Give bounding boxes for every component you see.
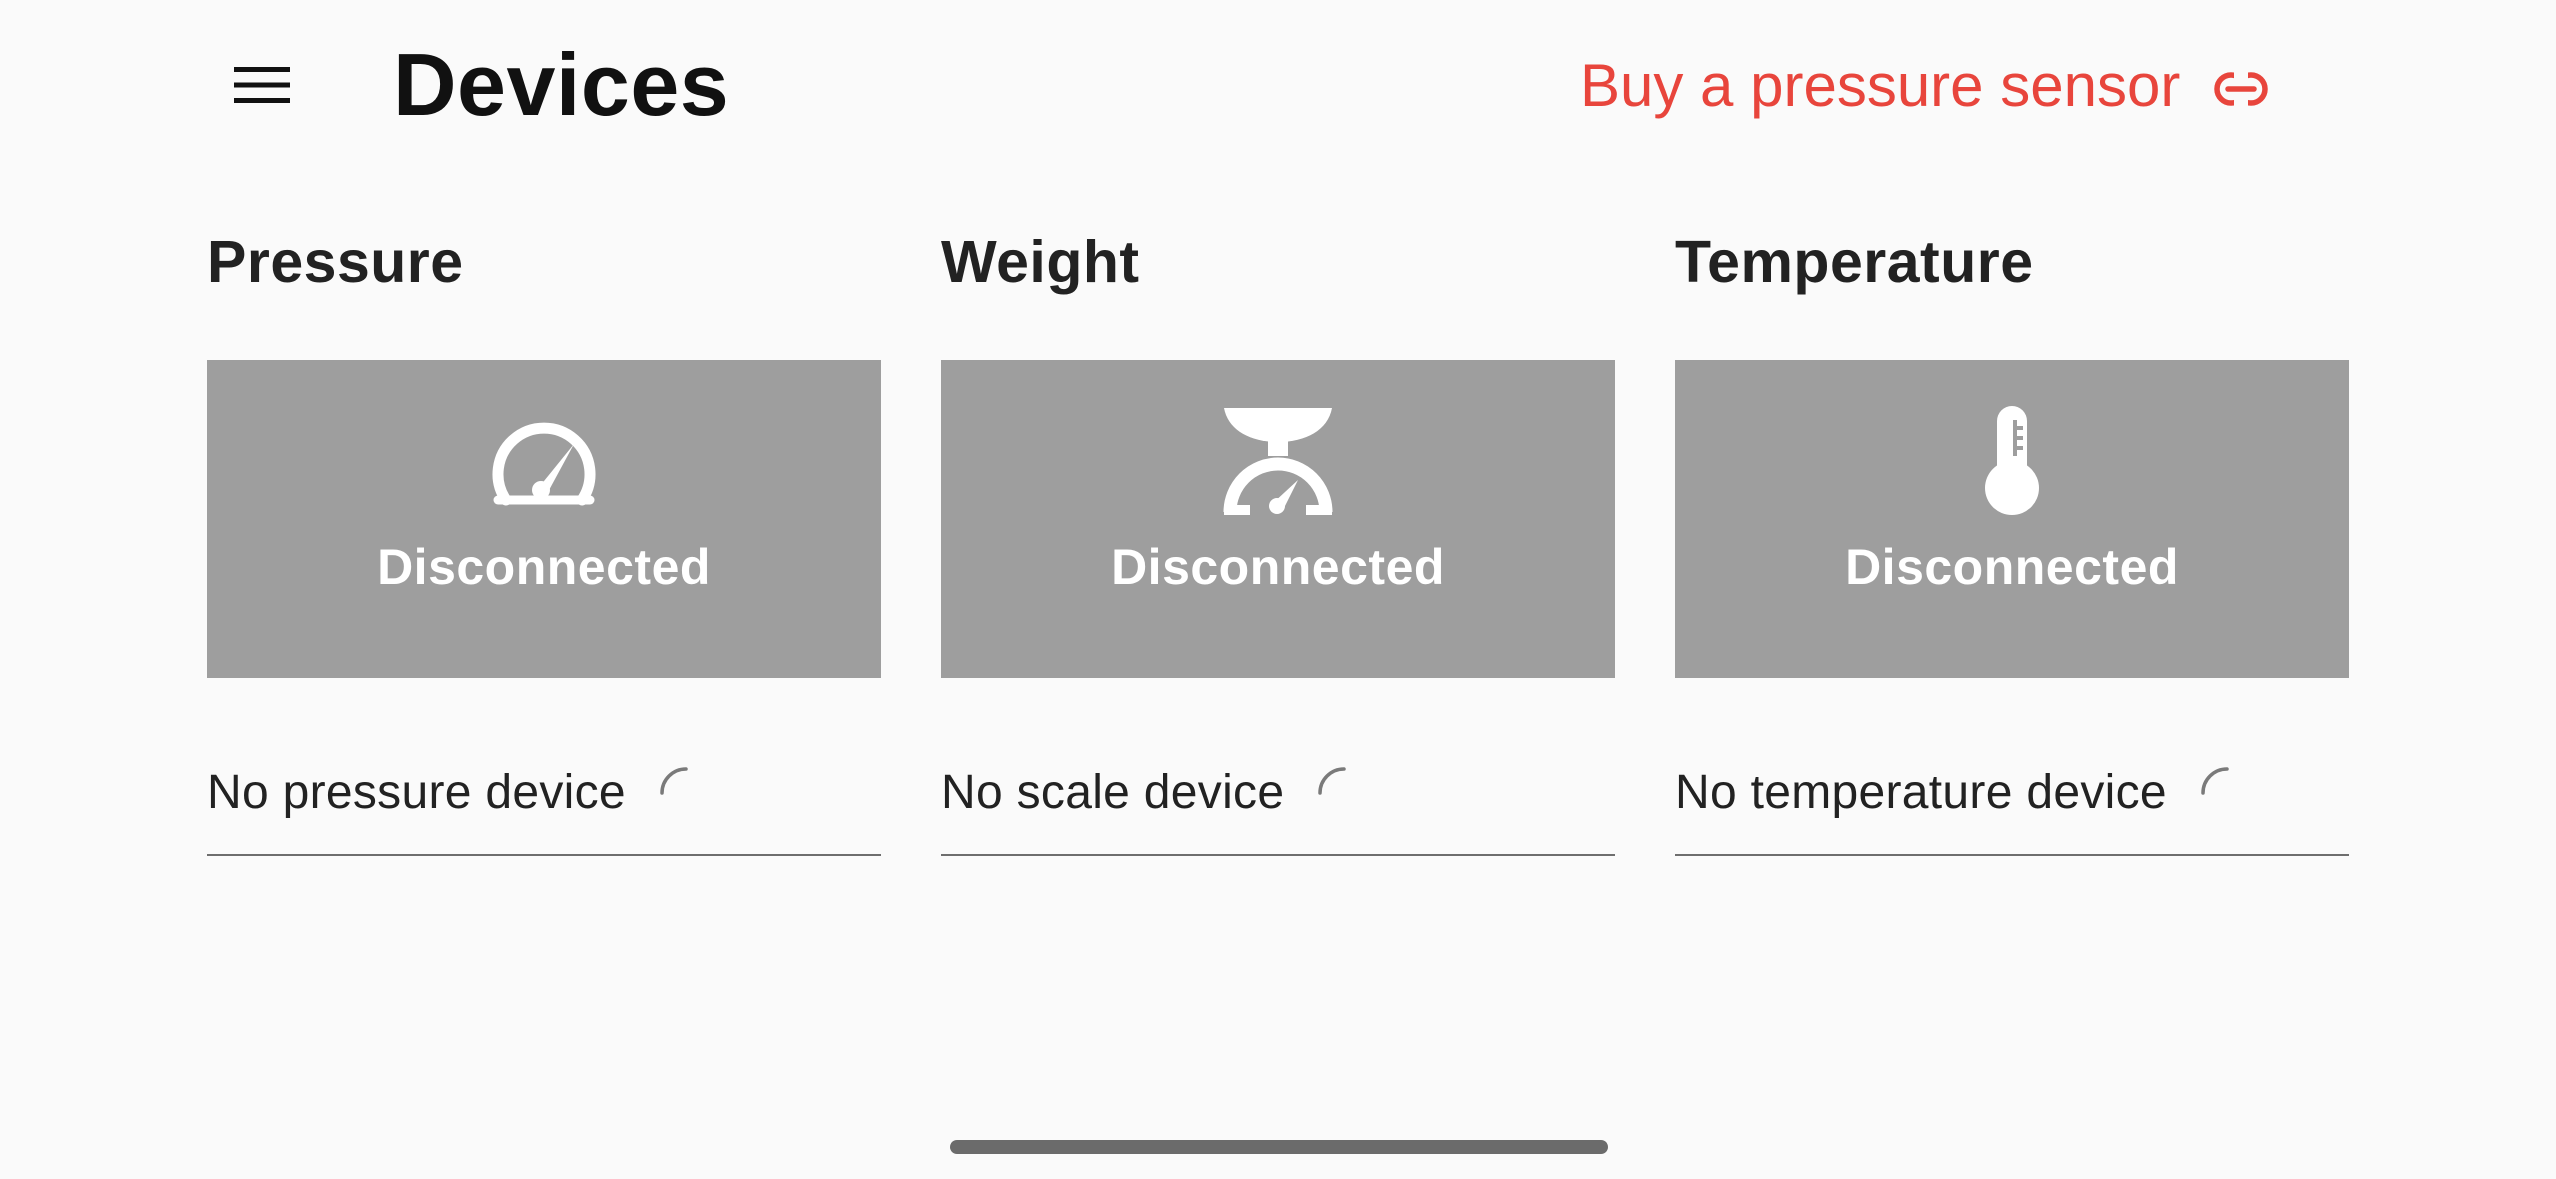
page-title: Devices xyxy=(393,35,730,134)
spinner-icon xyxy=(2197,763,2233,799)
weight-status: Disconnected xyxy=(1111,539,1445,595)
temperature-section: Temperature Disconnected No temperature … xyxy=(1675,222,2349,856)
gauge-icon xyxy=(488,404,600,516)
weight-device-label: No scale device xyxy=(941,766,1285,819)
spinner-icon xyxy=(1314,763,1350,799)
menu-button[interactable] xyxy=(222,50,302,120)
pressure-section-title: Pressure xyxy=(207,229,464,295)
hamburger-menu-icon xyxy=(234,67,290,103)
thermometer-icon xyxy=(1956,404,2068,516)
temperature-device-label: No temperature device xyxy=(1675,766,2167,819)
weight-device-card[interactable]: Disconnected xyxy=(941,360,1615,678)
pressure-device-card[interactable]: Disconnected xyxy=(207,360,881,678)
link-icon xyxy=(2214,72,2269,106)
devices-page: Devices Buy a pressure sensor Pressure D… xyxy=(0,0,2556,1179)
temperature-section-title: Temperature xyxy=(1675,229,2034,295)
weight-section-title: Weight xyxy=(941,229,1140,295)
temperature-device-card[interactable]: Disconnected xyxy=(1675,360,2349,678)
pressure-section: Pressure Disconnected No pressure device xyxy=(207,222,881,856)
weight-device-select[interactable]: No scale device xyxy=(941,732,1615,856)
temperature-device-select[interactable]: No temperature device xyxy=(1675,732,2349,856)
pressure-device-select[interactable]: No pressure device xyxy=(207,732,881,856)
weight-section: Weight Disconnected No scale device xyxy=(941,222,1615,856)
buy-link-label: Buy a pressure sensor xyxy=(1580,52,2181,119)
temperature-status: Disconnected xyxy=(1845,539,2179,595)
pressure-status: Disconnected xyxy=(377,539,711,595)
scale-icon xyxy=(1222,404,1334,516)
spinner-icon xyxy=(656,763,692,799)
buy-pressure-sensor-link[interactable]: Buy a pressure sensor xyxy=(1580,46,2269,126)
pressure-device-label: No pressure device xyxy=(207,766,626,819)
home-indicator[interactable] xyxy=(950,1140,1608,1154)
